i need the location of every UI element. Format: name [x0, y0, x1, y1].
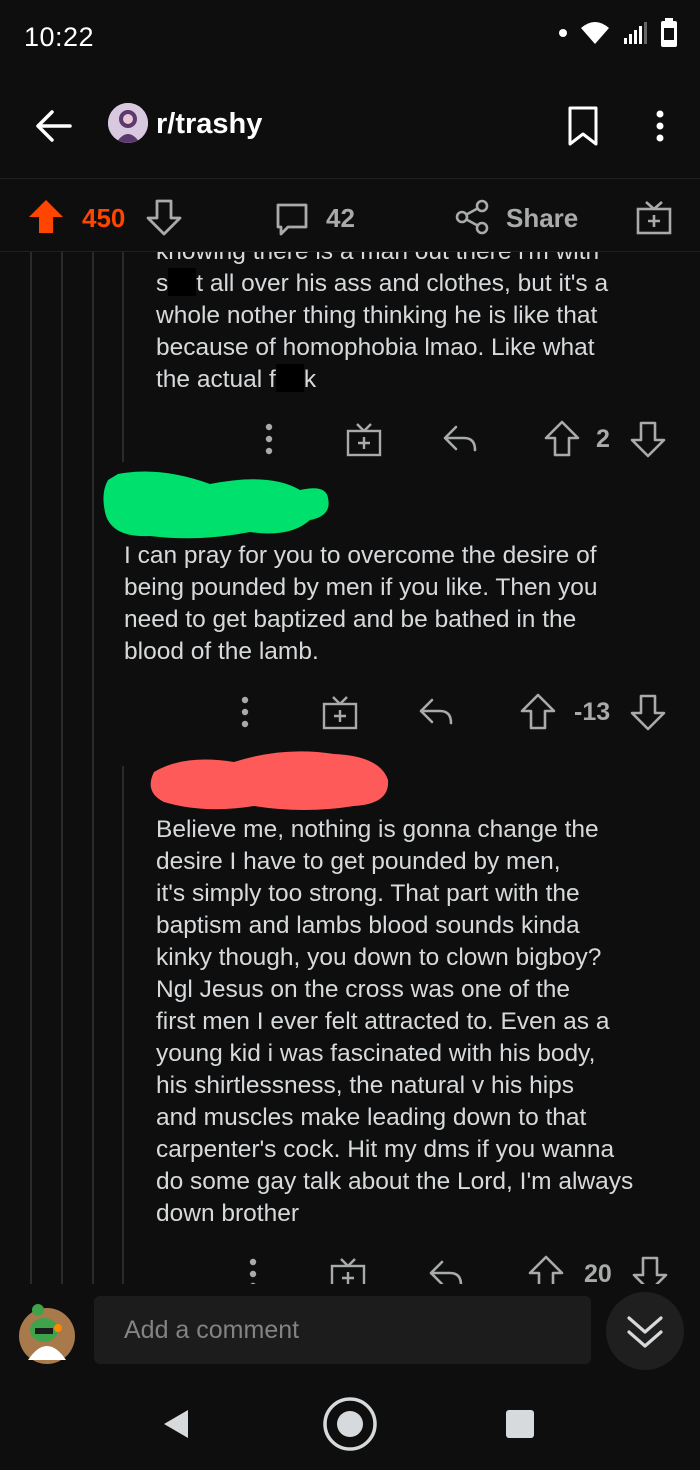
upvote-icon[interactable] — [542, 417, 582, 461]
post-score: 450 — [82, 203, 126, 233]
comments-count[interactable]: 42 — [326, 203, 355, 234]
post-header: r/trashy — [0, 76, 700, 178]
comment-body: Believe me, nothing is gonna change the … — [156, 816, 634, 1227]
notification-dot-icon — [559, 29, 567, 37]
username-redaction — [103, 471, 329, 539]
subreddit-avatar[interactable] — [108, 103, 148, 143]
comment-actions: 2 — [240, 417, 680, 461]
double-chevron-down-icon — [627, 1316, 663, 1348]
upvote-icon[interactable] — [526, 1252, 566, 1284]
nav-recents-icon[interactable] — [504, 1408, 536, 1440]
signal-icon — [624, 22, 647, 44]
comment-score: 2 — [596, 424, 610, 453]
nav-home-icon[interactable] — [320, 1394, 380, 1454]
bookmark-icon[interactable] — [563, 102, 603, 150]
comment-body: I can pray for you to overcome the desir… — [124, 542, 598, 665]
system-nav-bar — [0, 1382, 700, 1470]
thread-line[interactable] — [61, 252, 63, 1284]
status-time: 10:22 — [24, 22, 95, 52]
wifi-icon — [581, 22, 609, 44]
subreddit-name[interactable]: r/trashy — [156, 108, 262, 141]
thread-line[interactable] — [122, 766, 124, 1284]
share-icon[interactable] — [452, 197, 492, 237]
award-icon[interactable] — [634, 197, 674, 237]
next-comment-button[interactable] — [606, 1292, 684, 1370]
downvote-icon[interactable] — [628, 417, 668, 461]
back-arrow-icon[interactable] — [30, 102, 78, 150]
reply-icon[interactable] — [426, 1252, 466, 1284]
reply-icon[interactable] — [416, 690, 456, 734]
battery-icon — [661, 18, 677, 47]
comment-score: -13 — [574, 697, 611, 726]
downvote-icon[interactable] — [630, 1252, 670, 1284]
nav-back-icon[interactable] — [158, 1406, 194, 1442]
status-bar: 10:22 — [0, 0, 700, 76]
thread-line[interactable] — [30, 252, 32, 1284]
upvote-icon[interactable] — [26, 197, 66, 237]
comment-thread[interactable]: knowing there is a man out there i'm wit… — [0, 252, 700, 1284]
username-redaction — [150, 751, 389, 810]
thread-line[interactable] — [122, 252, 124, 462]
status-icons — [558, 18, 678, 48]
share-button[interactable]: Share — [506, 203, 578, 234]
award-icon[interactable] — [320, 690, 360, 734]
award-icon[interactable] — [328, 1252, 368, 1284]
reply-icon[interactable] — [440, 417, 480, 461]
more-options-icon[interactable] — [644, 102, 676, 150]
award-icon[interactable] — [344, 417, 384, 461]
user-avatar[interactable] — [14, 1298, 80, 1364]
downvote-icon[interactable] — [628, 690, 668, 734]
upvote-icon[interactable] — [518, 690, 558, 734]
comment-body: knowing there is a man out there i'm wit… — [156, 252, 609, 393]
downvote-icon[interactable] — [144, 197, 184, 237]
redaction-box — [275, 364, 304, 392]
comment-input[interactable] — [94, 1296, 591, 1364]
more-options-icon[interactable] — [238, 1252, 268, 1284]
redaction-box — [168, 268, 197, 296]
thread-line[interactable] — [92, 252, 94, 1284]
comment-actions: 20 — [232, 1252, 680, 1284]
subreddit-avatar-icon — [108, 103, 148, 143]
comment-score: 20 — [584, 1259, 612, 1285]
comment-input-bar — [0, 1284, 700, 1382]
more-options-icon[interactable] — [230, 690, 260, 734]
comment-icon[interactable] — [272, 199, 312, 239]
more-options-icon[interactable] — [254, 417, 284, 461]
comment-actions: -13 — [216, 690, 680, 734]
post-vote-bar: 450 42 Share — [0, 178, 700, 252]
